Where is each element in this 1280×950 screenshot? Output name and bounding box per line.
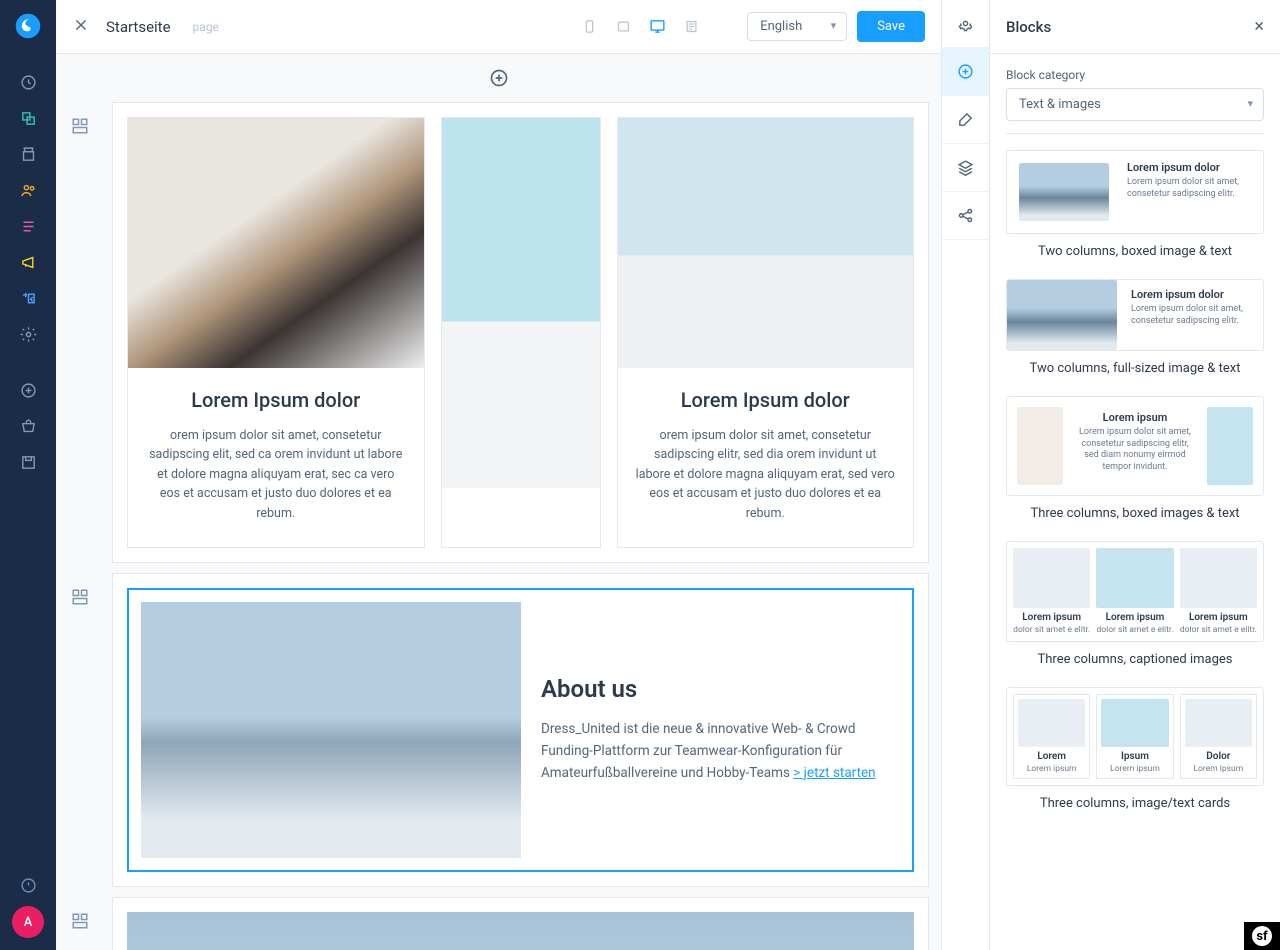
card-title: Lorem Ipsum dolor [146, 388, 406, 412]
tool-add-block[interactable] [942, 48, 989, 96]
card-text: orem ipsum dolor sit amet, consetetur sa… [146, 426, 406, 523]
about-image [141, 602, 521, 858]
canvas[interactable]: Lorem Ipsum dolor orem ipsum dolor sit a… [56, 54, 941, 950]
tool-edit[interactable] [942, 96, 989, 144]
section-1[interactable]: Lorem Ipsum dolor orem ipsum dolor sit a… [112, 102, 929, 563]
block-template-three-col-cards[interactable]: LoremLorem ipsum IpsumLorem ipsum DolorL… [1006, 687, 1264, 811]
symfony-badge[interactable]: sf [1244, 922, 1280, 950]
about-desc: Dress_United ist die neue & innovative W… [541, 719, 900, 784]
tool-layers[interactable] [942, 144, 989, 192]
panel-title: Blocks [1006, 18, 1051, 36]
about-link[interactable]: > jetzt starten [793, 765, 875, 781]
nav-add[interactable] [0, 372, 56, 408]
card-1[interactable]: Lorem Ipsum dolor orem ipsum dolor sit a… [127, 117, 425, 548]
category-label: Block category [1006, 68, 1264, 82]
device-mobile[interactable] [575, 13, 603, 41]
card-title: Lorem Ipsum dolor [636, 388, 896, 412]
nav-save-icon[interactable] [0, 444, 56, 480]
card-3[interactable]: Lorem Ipsum dolor orem ipsum dolor sit a… [617, 117, 915, 548]
nav-content[interactable] [0, 208, 56, 244]
hero-image [127, 912, 914, 950]
language-select[interactable]: English [747, 12, 847, 41]
nav-dashboard[interactable] [0, 64, 56, 100]
page-title: Startseite [106, 18, 171, 36]
toolbar: Startseite page English Save [56, 0, 941, 54]
section-handle-icon[interactable] [71, 912, 89, 934]
device-form[interactable] [677, 13, 705, 41]
device-desktop[interactable] [643, 13, 671, 41]
section-handle-icon[interactable] [71, 117, 89, 139]
section-2[interactable]: About us Dress_United ist die neue & inn… [112, 573, 929, 887]
card-image [128, 118, 424, 368]
page-subtitle: page [193, 20, 219, 34]
app-logo[interactable] [10, 8, 46, 44]
panel-close-button[interactable]: × [1254, 16, 1264, 37]
nav-marketing[interactable] [0, 244, 56, 280]
tool-rail [942, 0, 990, 950]
nav-extensions[interactable] [0, 280, 56, 316]
tool-share[interactable] [942, 192, 989, 240]
block-template-two-col-full[interactable]: Lorem ipsum dolorLorem ipsum dolor sit a… [1006, 279, 1264, 376]
nav-customers[interactable] [0, 172, 56, 208]
block-template-three-col-caption[interactable]: Lorem ipsumdolor sit amet e elitr. Lorem… [1006, 541, 1264, 667]
card-text: orem ipsum dolor sit amet, consetetur sa… [636, 426, 896, 523]
card-image [442, 118, 600, 488]
nav-catalog[interactable] [0, 100, 56, 136]
card-image [618, 118, 914, 368]
category-select[interactable]: Text & images [1006, 88, 1264, 121]
save-button[interactable]: Save [857, 11, 925, 42]
nav-help-icon[interactable] [20, 877, 37, 898]
section-handle-icon[interactable] [71, 588, 89, 610]
about-title: About us [541, 675, 900, 703]
about-block[interactable]: About us Dress_United ist die neue & inn… [127, 588, 914, 872]
card-2[interactable] [441, 117, 601, 548]
tool-settings[interactable] [942, 0, 989, 48]
blocks-panel: Blocks × Block category Text & images Lo… [990, 0, 1280, 950]
device-tablet[interactable] [609, 13, 637, 41]
nav-sidebar: A [0, 0, 56, 950]
section-3[interactable] [112, 897, 929, 950]
block-template-two-col-boxed[interactable]: Lorem ipsum dolorLorem ipsum dolor sit a… [1006, 150, 1264, 259]
nav-store[interactable] [0, 408, 56, 444]
block-template-three-col-boxed[interactable]: Lorem ipsumLorem ipsum dolor sit amet, c… [1006, 396, 1264, 521]
user-avatar[interactable]: A [12, 906, 44, 938]
close-button[interactable] [72, 16, 90, 38]
add-section-top[interactable] [56, 54, 941, 102]
nav-settings[interactable] [0, 316, 56, 352]
nav-orders[interactable] [0, 136, 56, 172]
